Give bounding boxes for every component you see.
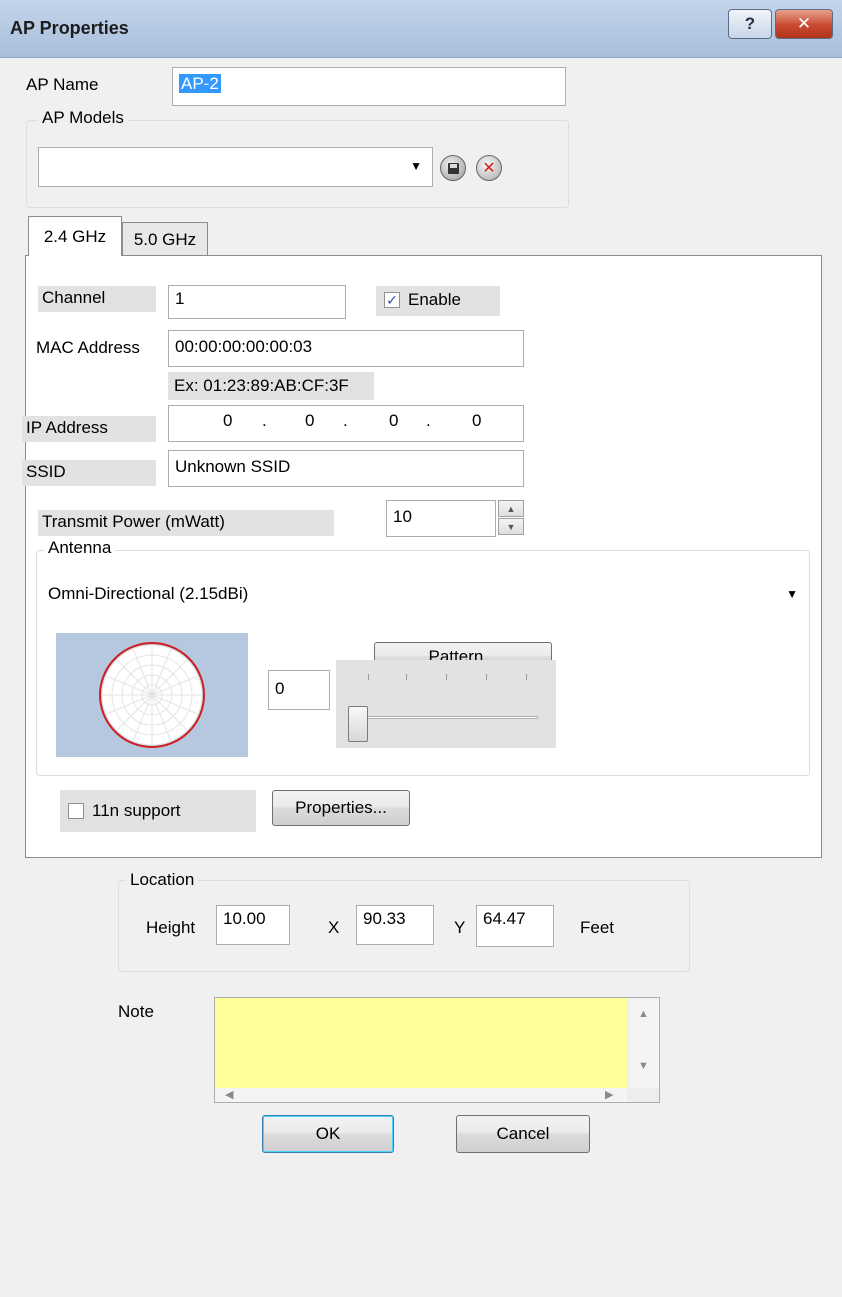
ssid-label: SSID (22, 460, 156, 486)
ip-dot: . (343, 411, 348, 430)
mac-address-label: MAC Address (36, 338, 140, 357)
spin-up-button[interactable]: ▲ (498, 500, 524, 517)
ap-name-input[interactable]: AP-2 (172, 67, 566, 106)
antenna-legend: Antenna (44, 538, 116, 558)
ip-octet: 0 (472, 411, 482, 430)
ip-dot: . (426, 411, 431, 430)
close-button[interactable]: ✕ (775, 9, 833, 39)
enable-checkbox[interactable]: ✓ (384, 292, 400, 308)
transmit-power-input[interactable]: 10 (386, 500, 496, 537)
note-textarea[interactable] (215, 998, 627, 1088)
ap-models-dropdown[interactable]: ▼ (38, 147, 433, 187)
y-label: Y (454, 918, 466, 937)
help-button[interactable]: ? (728, 9, 772, 39)
tab-2-4-ghz[interactable]: 2.4 GHz (28, 216, 122, 256)
delete-icon[interactable]: ✕ (476, 155, 502, 181)
ok-button-label: OK (315, 1124, 341, 1143)
mac-address-input[interactable]: 00:00:00:00:00:03 (168, 330, 524, 367)
ap-name-label: AP Name (26, 75, 99, 94)
x-input[interactable]: 90.33 (356, 905, 434, 945)
window-title: AP Properties (10, 18, 129, 38)
n-support-checkbox[interactable] (68, 803, 84, 819)
slider-tick (526, 674, 527, 680)
arrow-down-icon: ▼ (506, 521, 516, 532)
height-input[interactable]: 10.00 (216, 905, 290, 945)
enable-label: Enable (408, 290, 461, 309)
channel-input[interactable]: 1 (168, 285, 346, 319)
slider-track (348, 716, 538, 719)
ip-address-input[interactable]: 0 . 0 . 0 . 0 (168, 405, 524, 442)
polar-pattern-icon (99, 642, 205, 748)
n-support-label: 11n support (92, 801, 181, 820)
slider-tick (406, 674, 407, 680)
cancel-button-label: Cancel (496, 1124, 550, 1143)
properties-button-label: Properties... (295, 798, 387, 817)
note-container: ▲ ▼ ◀ ▶ (214, 997, 660, 1103)
help-icon: ? (744, 14, 756, 33)
scroll-right-icon[interactable]: ▶ (605, 1088, 613, 1101)
horizontal-scrollbar[interactable]: ◀ ▶ (215, 1088, 627, 1102)
spin-down-button[interactable]: ▼ (498, 518, 524, 535)
ap-models-legend: AP Models (38, 108, 128, 128)
rotation-slider[interactable] (336, 660, 556, 748)
vertical-scrollbar[interactable]: ▲ ▼ (628, 998, 659, 1088)
scroll-left-icon[interactable]: ◀ (225, 1088, 233, 1101)
check-icon: ✓ (386, 291, 398, 308)
ip-octet: 0 (223, 411, 233, 430)
n-support-checkbox-area[interactable]: 11n support (60, 790, 256, 832)
height-label: Height (146, 918, 196, 937)
x-label: X (328, 918, 340, 937)
y-input[interactable]: 64.47 (476, 905, 554, 947)
enable-checkbox-area[interactable]: ✓ Enable (376, 286, 500, 316)
chevron-down-icon: ▼ (410, 159, 422, 173)
scroll-up-icon[interactable]: ▲ (638, 1008, 649, 1020)
ssid-input[interactable]: Unknown SSID (168, 450, 524, 487)
properties-button[interactable]: Properties... (272, 790, 410, 826)
note-label: Note (118, 1002, 154, 1021)
ap-name-value: AP-2 (179, 74, 221, 93)
save-icon[interactable] (440, 155, 466, 181)
location-legend: Location (126, 870, 199, 890)
ip-dot: . (262, 411, 267, 430)
ip-octet: 0 (305, 411, 315, 430)
close-icon: ✕ (796, 14, 812, 33)
slider-tick (368, 674, 369, 680)
chevron-down-icon: ▼ (786, 587, 798, 601)
ip-address-label: IP Address (22, 416, 156, 442)
tab-5-0-ghz[interactable]: 5.0 GHz (122, 222, 208, 256)
unit-label: Feet (580, 918, 615, 937)
transmit-power-label: Transmit Power (mWatt) (38, 510, 334, 536)
tab-label: 2.4 GHz (43, 226, 107, 246)
rotation-input[interactable]: 0 (268, 670, 330, 710)
scroll-down-icon[interactable]: ▼ (638, 1060, 649, 1072)
channel-label: Channel (38, 286, 156, 312)
mac-example-text: Ex: 01:23:89:AB:CF:3F (168, 372, 374, 400)
slider-tick (486, 674, 487, 680)
antenna-pattern-preview (56, 633, 248, 757)
slider-thumb[interactable] (348, 706, 368, 742)
arrow-up-icon: ▲ (506, 503, 516, 514)
slider-tick (446, 674, 447, 680)
ok-button[interactable]: OK (262, 1115, 394, 1153)
antenna-selected: Omni-Directional (2.15dBi) (48, 584, 249, 603)
ip-octet: 0 (389, 411, 399, 430)
tab-label: 5.0 GHz (133, 229, 197, 249)
cancel-button[interactable]: Cancel (456, 1115, 590, 1153)
antenna-dropdown[interactable]: Omni-Directional (2.15dBi) ▼ (42, 575, 808, 613)
